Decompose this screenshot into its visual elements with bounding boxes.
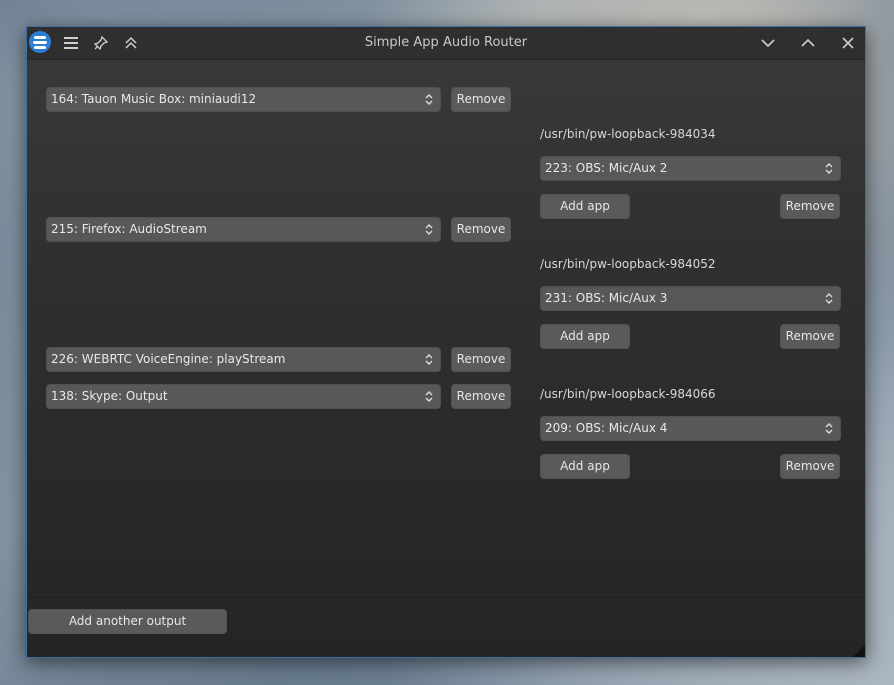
chevron-updown-icon: [425, 391, 433, 402]
add-app-button[interactable]: Add app: [540, 454, 630, 479]
remove-output-button[interactable]: Remove: [780, 324, 840, 349]
remove-output-button[interactable]: Remove: [780, 454, 840, 479]
title-bar: Simple App Audio Router: [27, 27, 865, 60]
app-select-value: 215: Firefox: AudioStream: [51, 222, 207, 236]
output-target-select[interactable]: 209: OBS: Mic/Aux 4: [540, 416, 841, 441]
remove-app-button[interactable]: Remove: [451, 87, 511, 112]
maximize-icon[interactable]: [796, 31, 820, 55]
output-target-value: 231: OBS: Mic/Aux 3: [545, 291, 668, 305]
output-path-label: /usr/bin/pw-loopback-984052: [540, 257, 716, 271]
main-window: Simple App Audio Router 164: Tauon Music…: [26, 26, 866, 658]
output-path-label: /usr/bin/pw-loopback-984066: [540, 387, 716, 401]
chevron-updown-icon: [425, 354, 433, 365]
app-select[interactable]: 138: Skype: Output: [46, 384, 441, 409]
app-select-value: 164: Tauon Music Box: miniaudi12: [51, 92, 257, 106]
app-select[interactable]: 215: Firefox: AudioStream: [46, 217, 441, 242]
app-select-value: 226: WEBRTC VoiceEngine: playStream: [51, 352, 286, 366]
output-target-value: 223: OBS: Mic/Aux 2: [545, 161, 668, 175]
output-target-value: 209: OBS: Mic/Aux 4: [545, 421, 668, 435]
footer-divider: [27, 597, 865, 598]
remove-output-button[interactable]: Remove: [780, 194, 840, 219]
chevron-updown-icon: [425, 224, 433, 235]
add-app-button[interactable]: Add app: [540, 194, 630, 219]
chevron-updown-icon: [825, 293, 833, 304]
remove-app-button[interactable]: Remove: [451, 384, 511, 409]
output-path-label: /usr/bin/pw-loopback-984034: [540, 127, 716, 141]
chevron-updown-icon: [825, 163, 833, 174]
app-select[interactable]: 226: WEBRTC VoiceEngine: playStream: [46, 347, 441, 372]
add-another-output-button[interactable]: Add another output: [28, 609, 227, 634]
resize-grip-icon[interactable]: [853, 645, 865, 657]
chevron-updown-icon: [825, 423, 833, 434]
routes-area: 164: Tauon Music Box: miniaudi12 Remove …: [27, 60, 865, 598]
minimize-icon[interactable]: [756, 31, 780, 55]
app-select[interactable]: 164: Tauon Music Box: miniaudi12: [46, 87, 441, 112]
add-app-button[interactable]: Add app: [540, 324, 630, 349]
window-title: Simple App Audio Router: [364, 35, 528, 50]
chevron-updown-icon: [425, 94, 433, 105]
remove-app-button[interactable]: Remove: [451, 217, 511, 242]
close-icon[interactable]: [836, 31, 860, 55]
output-target-select[interactable]: 231: OBS: Mic/Aux 3: [540, 286, 841, 311]
remove-app-button[interactable]: Remove: [451, 347, 511, 372]
output-target-select[interactable]: 223: OBS: Mic/Aux 2: [540, 156, 841, 181]
app-select-value: 138: Skype: Output: [51, 389, 168, 403]
